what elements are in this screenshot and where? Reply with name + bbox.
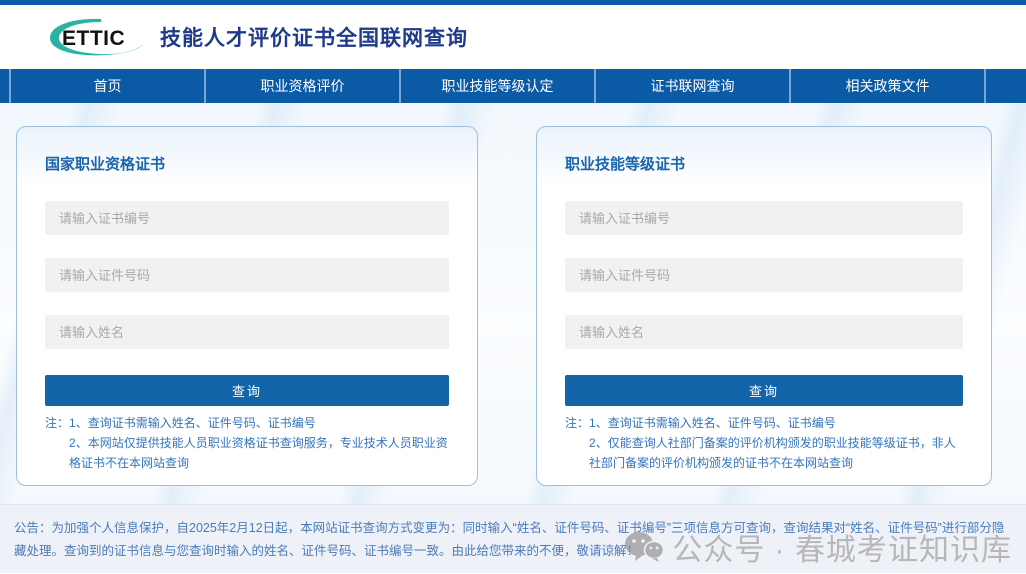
main-content: 国家职业资格证书 查询 注： 1、查询证书需输入姓名、证件号码、证书编号 2、本… [0,103,1026,504]
logo-swoosh-icon: ETTIC [46,16,150,58]
nav-item-vocational-qualification[interactable]: 职业资格评价 [206,69,401,103]
header: ETTIC 技能人才评价证书全国联网查询 [0,5,1026,69]
logo-text: ETTIC [62,27,125,50]
nav-trailing-spacer [986,69,1026,103]
skill-id-number-input[interactable] [565,258,963,292]
nav-item-home[interactable]: 首页 [11,69,206,103]
skill-query-button[interactable]: 查询 [565,375,963,406]
note-line: 1、查询证书需输入姓名、证件号码、证书编号 [589,414,963,434]
note-prefix: 注： [565,414,589,473]
page-title: 技能人才评价证书全国联网查询 [160,22,468,52]
announcement-text: 公告：为加强个人信息保护，自2025年2月12日起，本网站证书查询方式变更为：同… [14,517,1012,563]
skill-name-input[interactable] [565,315,963,349]
nav-item-certificate-query[interactable]: 证书联网查询 [596,69,791,103]
note-line: 2、仅能查询人社部门备案的评价机构颁发的职业技能等级证书，非人社部门备案的评价机… [589,434,963,474]
skill-card-notes: 注： 1、查询证书需输入姓名、证件号码、证书编号 2、仅能查询人社部门备案的评价… [565,414,963,473]
site-logo[interactable]: ETTIC [46,16,150,58]
national-qualification-cert-card: 国家职业资格证书 查询 注： 1、查询证书需输入姓名、证件号码、证书编号 2、本… [16,126,478,486]
note-prefix: 注： [45,414,69,473]
card-title: 国家职业资格证书 [45,153,449,174]
national-name-input[interactable] [45,315,449,349]
nav-item-policy-documents[interactable]: 相关政策文件 [791,69,986,103]
main-nav: 首页 职业资格评价 职业技能等级认定 证书联网查询 相关政策文件 [0,69,1026,103]
note-line: 1、查询证书需输入姓名、证件号码、证书编号 [69,414,449,434]
skill-level-cert-card: 职业技能等级证书 查询 注： 1、查询证书需输入姓名、证件号码、证书编号 2、仅… [536,126,992,486]
footer: 公告：为加强个人信息保护，自2025年2月12日起，本网站证书查询方式变更为：同… [0,504,1026,573]
national-card-notes: 注： 1、查询证书需输入姓名、证件号码、证书编号 2、本网站仅提供技能人员职业资… [45,414,449,473]
national-id-number-input[interactable] [45,258,449,292]
nav-item-skill-level-certification[interactable]: 职业技能等级认定 [401,69,596,103]
skill-cert-number-input[interactable] [565,201,963,235]
nav-leading-spacer [0,69,11,103]
national-cert-number-input[interactable] [45,201,449,235]
national-query-button[interactable]: 查询 [45,375,449,406]
note-line: 2、本网站仅提供技能人员职业资格证书查询服务，专业技术人员职业资格证书不在本网站… [69,434,449,474]
card-title: 职业技能等级证书 [565,153,963,174]
